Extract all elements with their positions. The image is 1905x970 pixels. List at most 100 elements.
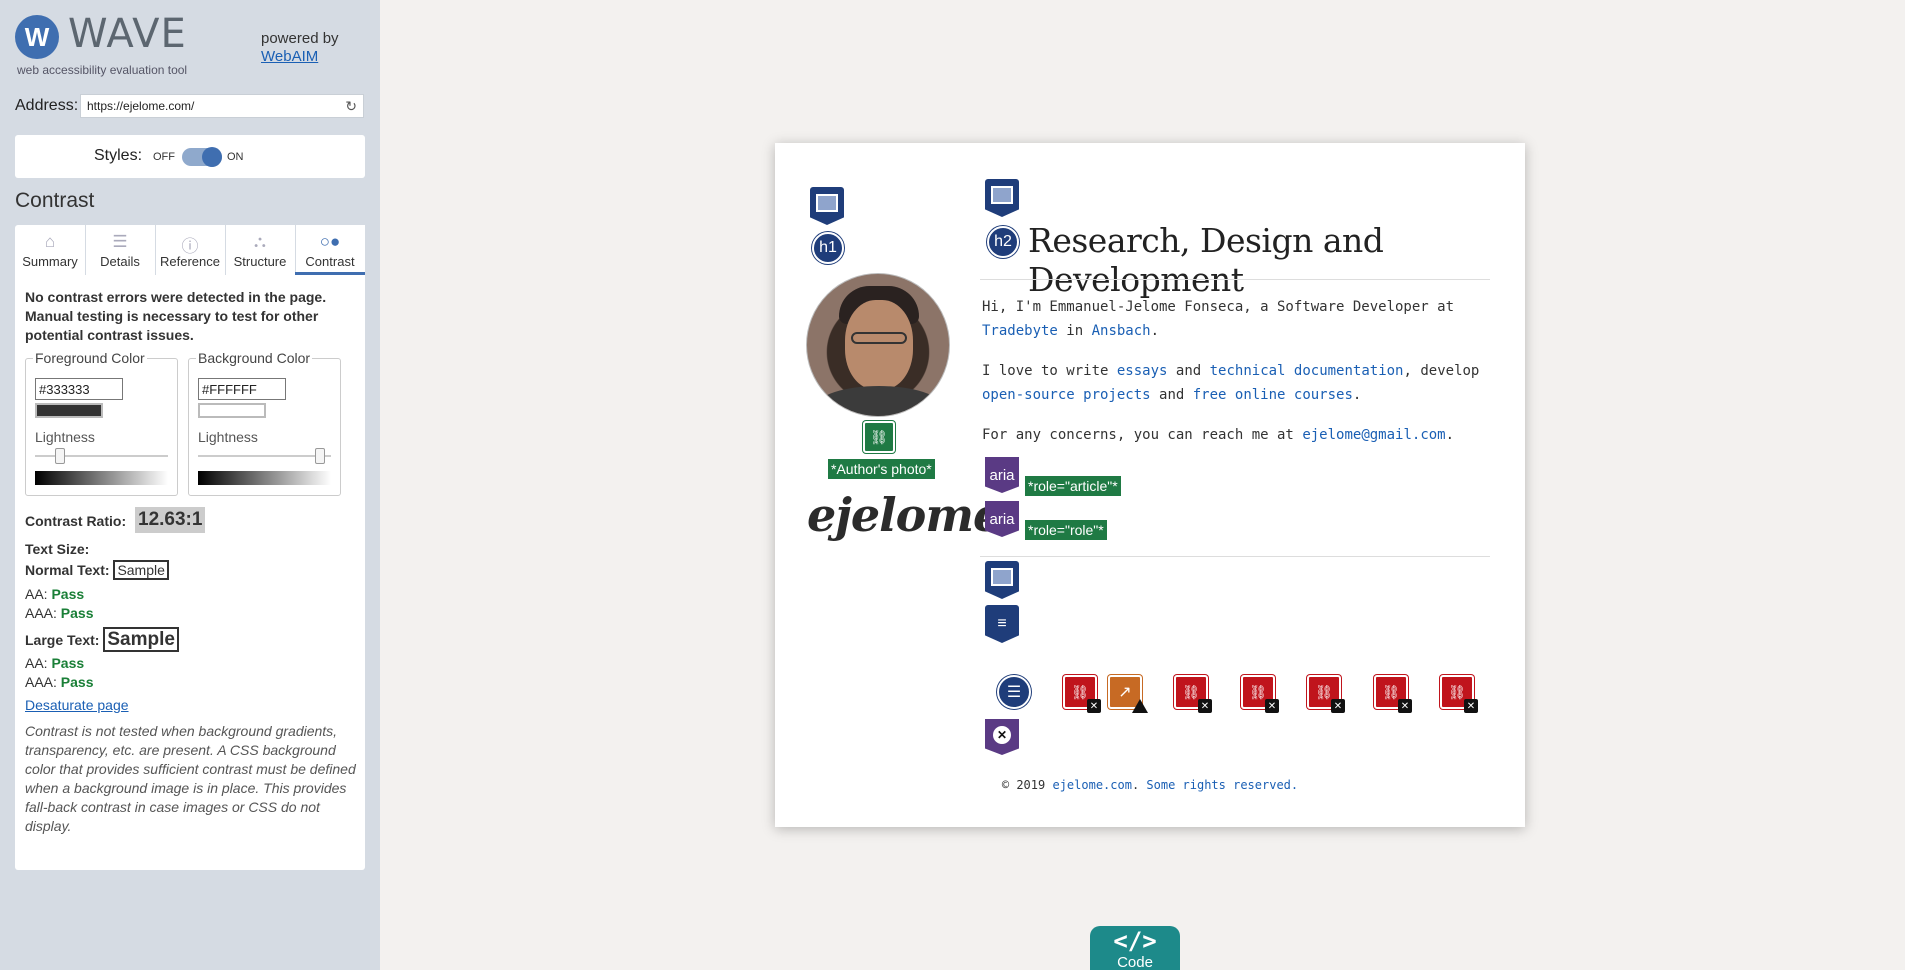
- aa-label: AA:: [25, 586, 48, 602]
- page-heading: Research, Design and Development: [1028, 221, 1384, 299]
- empty-link-error-icon[interactable]: ⛓ ✕: [1241, 675, 1279, 713]
- footer-rights-link[interactable]: Some rights reserved.: [1146, 778, 1298, 792]
- contrast-icon: ○●: [319, 232, 341, 251]
- concerns-paragraph: For any concerns, you can reach me at ej…: [982, 427, 1455, 443]
- empty-link-error-icon[interactable]: ⛓ ✕: [1174, 675, 1212, 713]
- foreground-lightness-slider[interactable]: [55, 448, 65, 464]
- aria-icon[interactable]: aria: [985, 457, 1019, 493]
- background-lightness-slider[interactable]: [315, 448, 325, 464]
- tab-structure[interactable]: ⛬ Structure: [225, 225, 295, 275]
- aria-hidden-icon[interactable]: ✕: [985, 719, 1019, 755]
- background-lightness-track: [198, 455, 331, 457]
- alt-text-label: *Author's photo*: [828, 459, 935, 479]
- love-paragraph: I love to write essays and technical doc…: [982, 363, 1480, 403]
- empty-link-error-icon[interactable]: ⛓ ✕: [1374, 675, 1412, 713]
- large-aaa-row: AAA: Pass: [25, 674, 94, 690]
- new-window-alert-icon[interactable]: ↗: [1108, 675, 1148, 713]
- header-region-icon[interactable]: [810, 187, 844, 225]
- author-photo: [806, 273, 950, 417]
- footer-region-icon[interactable]: [985, 561, 1019, 599]
- role-article-label: *role="article"*: [1025, 476, 1121, 496]
- foreground-hex-input[interactable]: #333333: [35, 378, 123, 400]
- foreground-gradient: [35, 471, 168, 485]
- page-footer: © 2019 ejelome.com. Some rights reserved…: [1001, 778, 1299, 792]
- lightness-label: Lightness: [198, 429, 258, 445]
- wave-logo-icon: W: [15, 15, 59, 59]
- normal-text-label: Normal Text:: [25, 562, 110, 578]
- styles-off-label: OFF: [153, 151, 175, 163]
- section-title: Contrast: [15, 189, 95, 212]
- tab-contrast[interactable]: ○● Contrast: [295, 225, 365, 275]
- ansbach-link[interactable]: Ansbach: [1092, 323, 1151, 339]
- wave-sidebar: W WAVE web accessibility evaluation tool…: [0, 0, 380, 970]
- large-text-sample: Sample: [103, 627, 179, 652]
- h2-icon[interactable]: h2: [987, 226, 1019, 258]
- code-label: Code: [1117, 954, 1153, 970]
- large-text-row: Large Text: Sample: [25, 627, 179, 652]
- code-icon: </>: [1113, 927, 1157, 955]
- aa-label: AA:: [25, 655, 48, 671]
- aria-icon[interactable]: aria: [985, 501, 1019, 537]
- webaim-link[interactable]: WebAIM: [261, 48, 339, 66]
- code-toggle-button[interactable]: </> Code: [1090, 926, 1180, 970]
- foreground-swatch: [35, 403, 103, 418]
- main-region-icon[interactable]: [985, 179, 1019, 217]
- empty-link-error-icon[interactable]: ⛓ ✕: [1307, 675, 1345, 713]
- free-online-courses-link[interactable]: free online courses: [1193, 387, 1353, 403]
- navigation-region-icon[interactable]: ≡: [985, 605, 1019, 643]
- address-input[interactable]: https://ejelome.com/ ↻: [80, 94, 364, 118]
- empty-link-error-icon[interactable]: ⛓ ✕: [1063, 675, 1101, 713]
- tab-label: Reference: [160, 254, 220, 269]
- refresh-icon[interactable]: ↻: [345, 98, 357, 115]
- normal-text-sample: Sample: [113, 560, 169, 580]
- empty-link-error-icon[interactable]: ⛓ ✕: [1440, 675, 1478, 713]
- intro-paragraph: Hi, I'm Emmanuel-Jelome Fonseca, a Softw…: [982, 299, 1455, 339]
- aaa-label: AAA:: [25, 674, 57, 690]
- alt-text-icon[interactable]: ⛓: [863, 421, 895, 453]
- list-icon: ☰: [112, 232, 128, 251]
- h1-icon[interactable]: h1: [812, 232, 844, 264]
- technical-documentation-link[interactable]: technical documentation: [1210, 363, 1404, 379]
- wave-logo-text: WAVE: [68, 11, 187, 57]
- contrast-ratio-value: 12.63:1: [135, 507, 206, 533]
- normal-text-row: Normal Text: Sample: [25, 560, 169, 580]
- divider: [980, 556, 1490, 557]
- panel-tabs: ⌂ Summary ☰ Details ⓘ Reference ⛬ Struct…: [15, 225, 365, 275]
- background-color-group: Background Color #FFFFFF Lightness: [188, 350, 341, 496]
- address-value: https://ejelome.com/: [87, 99, 195, 113]
- role-role-label: *role="role"*: [1025, 520, 1107, 540]
- open-source-projects-link[interactable]: open-source projects: [982, 387, 1151, 403]
- aaa-label: AAA:: [25, 605, 57, 621]
- background-legend: Background Color: [196, 350, 313, 366]
- signature-logo: ejelome: [807, 488, 1002, 542]
- background-gradient: [198, 471, 331, 485]
- tagline: web accessibility evaluation tool: [17, 63, 188, 77]
- pass-status: Pass: [51, 655, 85, 671]
- normal-aaa-row: AAA: Pass: [25, 605, 94, 621]
- contrast-panel: No contrast errors were detected in the …: [15, 275, 365, 870]
- large-aa-row: AA: Pass: [25, 655, 84, 671]
- pass-status: Pass: [60, 605, 94, 621]
- styles-toggle[interactable]: [182, 147, 222, 167]
- desaturate-page-link[interactable]: Desaturate page: [25, 697, 129, 713]
- tradebyte-link[interactable]: Tradebyte: [982, 323, 1058, 339]
- tab-details[interactable]: ☰ Details: [85, 225, 155, 275]
- email-link[interactable]: ejelome@gmail.com: [1302, 427, 1445, 443]
- toggle-knob: [202, 147, 222, 167]
- tab-label: Details: [100, 254, 140, 269]
- styles-label: Styles:: [94, 147, 143, 164]
- contrast-notice: No contrast errors were detected in the …: [25, 289, 327, 343]
- footer-site-link[interactable]: ejelome.com: [1052, 778, 1131, 792]
- large-text-label: Large Text:: [25, 632, 100, 648]
- address-label: Address:: [15, 97, 79, 114]
- tab-summary[interactable]: ⌂ Summary: [15, 225, 85, 275]
- page-preview: h1 ⛓ *Author's photo* ejelome h2 Researc…: [775, 143, 1525, 827]
- styles-panel: Styles: OFF ON: [15, 135, 365, 178]
- tab-label: Summary: [22, 254, 78, 269]
- essays-link[interactable]: essays: [1117, 363, 1168, 379]
- home-icon: ⌂: [44, 232, 56, 251]
- lightness-label: Lightness: [35, 429, 95, 445]
- background-hex-input[interactable]: #FFFFFF: [198, 378, 286, 400]
- unordered-list-icon[interactable]: ☰: [997, 675, 1031, 709]
- tab-reference[interactable]: ⓘ Reference: [155, 225, 225, 275]
